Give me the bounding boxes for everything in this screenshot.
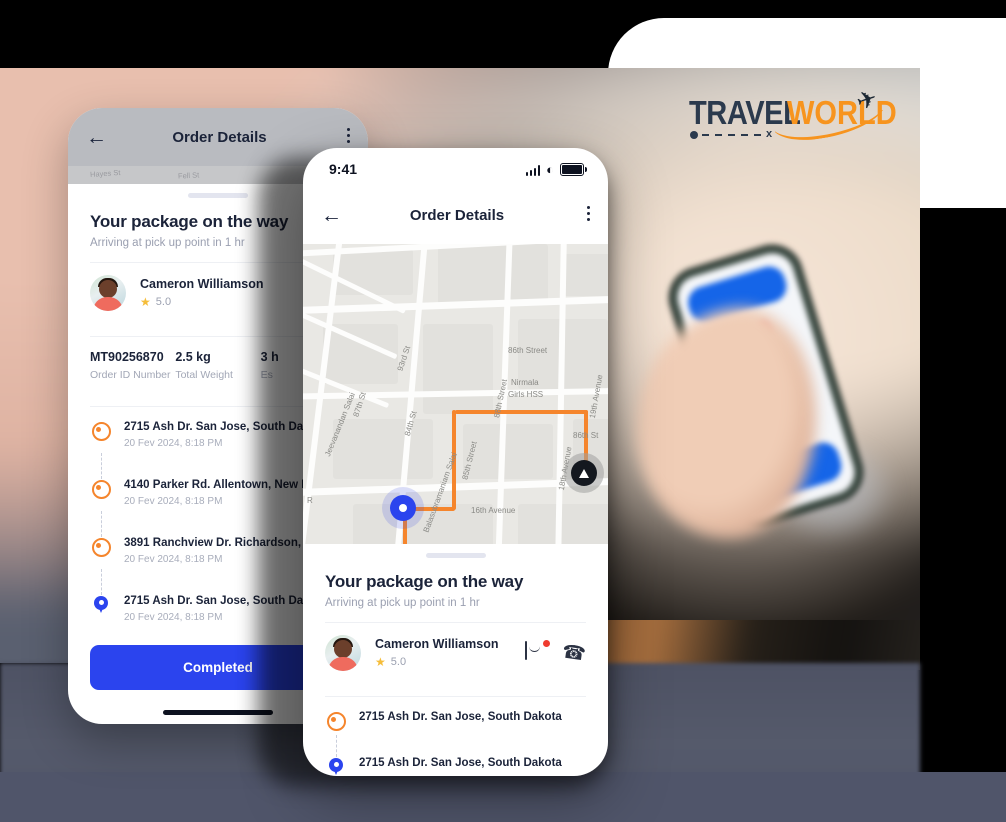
- map-label: 86th Street: [508, 346, 548, 355]
- travel-world-logo: TRAVEL WORLD x ✈: [689, 85, 897, 146]
- driver-name: Cameron Williamson: [375, 637, 499, 651]
- star-icon: ★: [140, 295, 151, 309]
- map-label: Nirmala: [511, 378, 539, 387]
- map-label: 16th Avenue: [471, 506, 516, 515]
- wifi-icon: ◐: [546, 161, 554, 177]
- avatar: [90, 275, 126, 311]
- arrow-left-icon[interactable]: ←: [321, 205, 342, 226]
- rating-value: 5.0: [155, 296, 172, 308]
- driver-actions: ☎: [525, 638, 587, 665]
- pickup-marker: [90, 421, 112, 449]
- current-location-marker[interactable]: [382, 487, 424, 529]
- sheet-title: Your package on the way: [325, 572, 524, 591]
- cellular-signal-icon: [525, 164, 541, 176]
- map-label: Fell St: [177, 170, 200, 181]
- dropoff-marker: [90, 595, 112, 623]
- pickup-marker: [90, 537, 112, 565]
- pickup-marker: [325, 711, 347, 731]
- logo-dotted-route: x: [690, 128, 780, 140]
- status-bar: 9:41 ◐: [303, 148, 608, 186]
- map-label: Hayes St: [89, 167, 121, 180]
- map-view[interactable]: 93rd St 86th Street Nirmala Girls HSS 88…: [303, 244, 608, 544]
- message-icon[interactable]: [525, 638, 552, 665]
- logo-route-dashes: [702, 134, 764, 136]
- sheet-grabber[interactable]: [425, 553, 486, 558]
- sheet-subtitle: Arriving at pick up point in 1 hr: [325, 597, 480, 609]
- status-bar-icons: ◐: [525, 161, 587, 177]
- hand-holding-phone-photo: [636, 247, 906, 550]
- phone-icon[interactable]: ☎: [561, 641, 587, 665]
- list-item[interactable]: 2715 Ash Dr. San Jose, South Dakota: [325, 757, 586, 776]
- list-item[interactable]: 2715 Ash Dr. San Jose, South Dakota: [325, 711, 586, 735]
- fact-value: MT90256870: [90, 350, 164, 364]
- timeline-connector: [325, 735, 586, 757]
- stop-address: 2715 Ash Dr. San Jose, South Dakota: [359, 711, 562, 723]
- map-label: Girls HSS: [508, 390, 544, 399]
- front-phone-screen: 9:41 ◐ ← Order Details 93rd St 86th Stre…: [303, 148, 608, 776]
- pickup-marker: [90, 479, 112, 507]
- arrow-left-icon[interactable]: ←: [86, 127, 107, 148]
- rating-value: 5.0: [390, 656, 407, 668]
- page-title: Order Details: [409, 206, 505, 224]
- mockup-stage: TRAVEL WORLD x ✈ ← Order Details Hayes S…: [0, 0, 1006, 822]
- map-label: 86th St: [573, 431, 599, 440]
- hand-blur: [636, 308, 816, 538]
- unread-badge: [542, 638, 552, 648]
- front-phone-timeline: 2715 Ash Dr. San Jose, South Dakota 2715…: [325, 697, 586, 776]
- logo-text-world: WORLD: [787, 94, 897, 131]
- front-phone-header: ← Order Details: [303, 186, 608, 244]
- fact-label: Total Weight: [175, 369, 233, 381]
- fact-value: 2.5 kg: [175, 350, 211, 364]
- dropoff-marker: [325, 757, 347, 776]
- logo-text-travel: TRAVEL: [689, 94, 801, 131]
- driver-row[interactable]: Cameron Williamson ★ 5.0 ☎: [325, 623, 587, 683]
- front-phone-sheet: Your package on the way Arriving at pick…: [303, 572, 608, 776]
- status-bar-time: 9:41: [329, 161, 358, 177]
- avatar: [325, 635, 361, 671]
- home-indicator: [163, 710, 273, 715]
- logo-x-mark: x: [766, 128, 773, 140]
- vehicle-marker[interactable]: [564, 453, 604, 493]
- logo-route-dot: [690, 131, 698, 139]
- more-vertical-icon[interactable]: [572, 206, 590, 224]
- driver-meta: Cameron Williamson ★ 5.0: [375, 637, 525, 669]
- fact-total-weight: 2.5 kg Total Weight: [175, 350, 260, 381]
- fact-label: Order ID Number: [90, 369, 171, 381]
- map-label: R: [307, 496, 313, 505]
- sheet-grabber[interactable]: [188, 193, 248, 198]
- page-title: Order Details: [172, 128, 267, 146]
- driver-rating: ★ 5.0: [375, 655, 525, 669]
- fact-order-id: MT90256870 Order ID Number: [90, 350, 175, 381]
- stop-address: 2715 Ash Dr. San Jose, South Dakota: [359, 757, 562, 769]
- star-icon: ★: [375, 655, 386, 669]
- more-vertical-icon[interactable]: [332, 128, 350, 146]
- battery-full-icon: [560, 162, 587, 176]
